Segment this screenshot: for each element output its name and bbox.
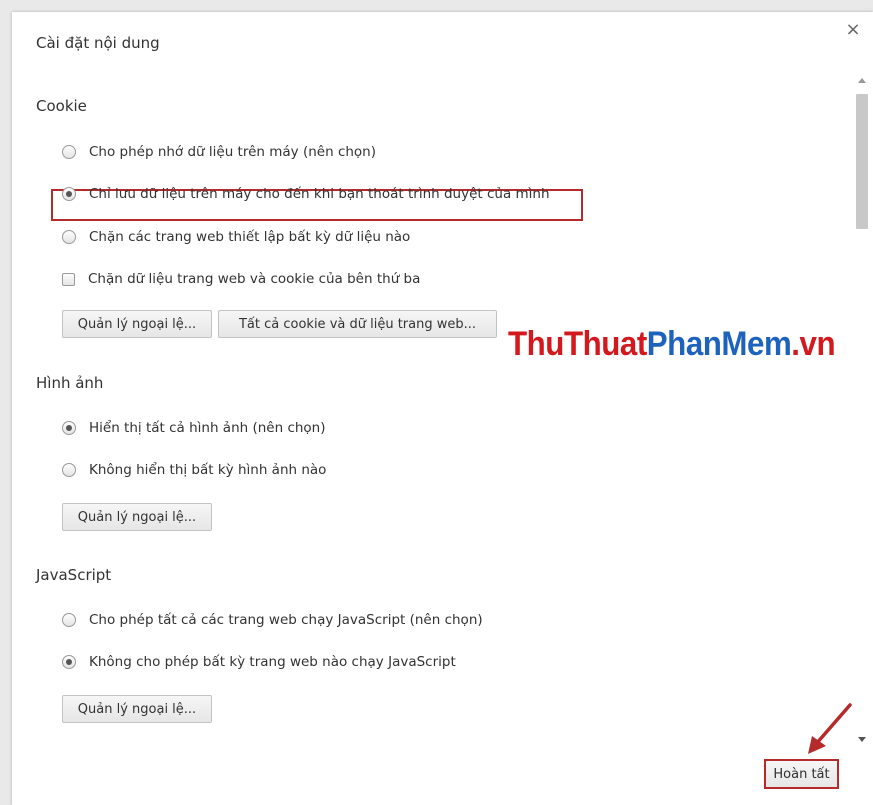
radio-show-all-images[interactable] — [62, 421, 76, 435]
js-option-block[interactable]: Không cho phép bất kỳ trang web nào chạy… — [62, 651, 456, 673]
all-cookies-button[interactable]: Tất cả cookie và dữ liệu trang web... — [218, 310, 497, 338]
scroll-up-arrow-icon[interactable] — [858, 78, 866, 83]
dialog-title: Cài đặt nội dung — [36, 34, 160, 52]
cookie-option-allow[interactable]: Cho phép nhớ dữ liệu trên máy (nên chọn) — [62, 141, 376, 163]
cookie-manage-exceptions-button[interactable]: Quản lý ngoại lệ... — [62, 310, 212, 338]
js-option-allow[interactable]: Cho phép tất cả các trang web chạy JavaS… — [62, 609, 483, 631]
block-third-party-checkbox[interactable] — [62, 272, 75, 286]
scroll-thumb[interactable] — [856, 94, 868, 229]
cookie-option-session-only[interactable]: Chỉ lưu dữ liệu trên máy cho đến khi bạn… — [62, 183, 550, 205]
done-button[interactable]: Hoàn tất — [764, 759, 839, 789]
images-option-label: Không hiển thị bất kỳ hình ảnh nào — [89, 462, 327, 478]
close-icon[interactable]: × — [843, 20, 863, 40]
settings-scroll-area: Cookie Cho phép nhớ dữ liệu trên máy (nê… — [12, 84, 850, 760]
watermark-part-2: PhanMem — [646, 325, 792, 363]
cookie-option-label: Cho phép nhớ dữ liệu trên máy (nên chọn) — [89, 144, 377, 160]
images-option-show-all[interactable]: Hiển thị tất cả hình ảnh (nên chọn) — [62, 417, 326, 439]
cookie-option-label: Chỉ lưu dữ liệu trên máy cho đến khi bạn… — [89, 186, 550, 202]
watermark-logo: ThuThuatPhanMem.vn — [508, 325, 836, 364]
images-option-show-none[interactable]: Không hiển thị bất kỳ hình ảnh nào — [62, 459, 326, 481]
radio-allow-local-data[interactable] — [62, 145, 76, 159]
radio-block-javascript[interactable] — [62, 655, 76, 669]
js-option-label: Không cho phép bất kỳ trang web nào chạy… — [89, 654, 456, 670]
js-manage-exceptions-button[interactable]: Quản lý ngoại lệ... — [62, 695, 212, 723]
red-arrow-icon — [808, 703, 852, 754]
vertical-scrollbar[interactable] — [853, 72, 871, 746]
cookie-option-block[interactable]: Chặn các trang web thiết lập bất kỳ dữ l… — [62, 226, 410, 248]
section-title-javascript: JavaScript — [36, 566, 112, 584]
radio-session-only[interactable] — [62, 187, 76, 201]
radio-show-no-images[interactable] — [62, 463, 76, 477]
block-third-party-label: Chặn dữ liệu trang web và cookie của bên… — [88, 271, 421, 287]
watermark-part-1: ThuThuat — [508, 325, 647, 363]
watermark-part-3: .vn — [791, 325, 836, 363]
section-title-images: Hình ảnh — [36, 374, 104, 392]
js-option-label: Cho phép tất cả các trang web chạy JavaS… — [89, 612, 483, 628]
content-settings-dialog: Cài đặt nội dung × Cookie Cho phép nhớ d… — [12, 12, 873, 805]
cookie-option-label: Chặn các trang web thiết lập bất kỳ dữ l… — [89, 229, 411, 245]
block-third-party-option[interactable]: Chặn dữ liệu trang web và cookie của bên… — [62, 268, 420, 290]
section-title-cookie: Cookie — [36, 97, 87, 115]
images-option-label: Hiển thị tất cả hình ảnh (nên chọn) — [89, 420, 326, 436]
radio-allow-javascript[interactable] — [62, 613, 76, 627]
radio-block-sites[interactable] — [62, 230, 76, 244]
images-manage-exceptions-button[interactable]: Quản lý ngoại lệ... — [62, 503, 212, 531]
